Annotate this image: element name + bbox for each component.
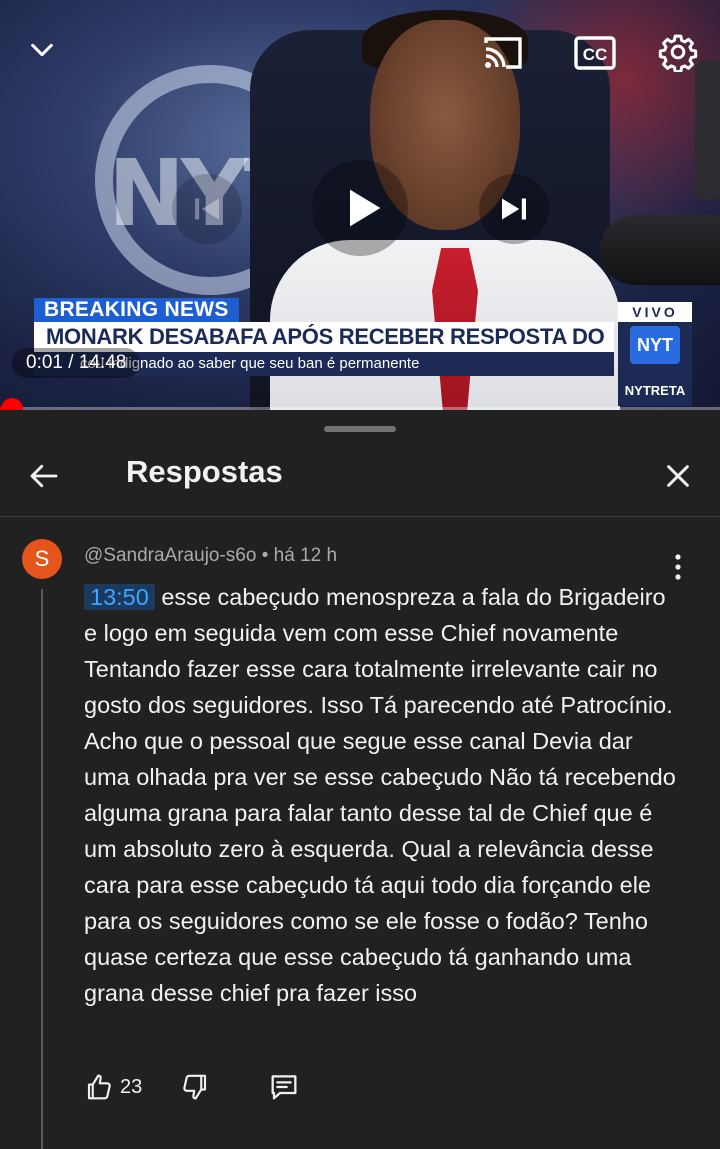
panel-title: Respostas [126,454,283,489]
panel-header: Respostas [0,440,720,517]
reply-button[interactable] [268,1067,300,1107]
thumbs-down-icon [180,1072,210,1102]
skip-next-icon [496,191,532,227]
like-count: 23 [120,1075,143,1098]
cc-icon[interactable]: CC [572,32,618,74]
skip-previous-icon [189,191,225,227]
comment-actions: 23 [84,1067,684,1107]
time-separator: / [62,352,79,373]
previous-button[interactable] [172,174,242,244]
time-display: 0:01 / 14:48 [12,348,141,378]
next-button[interactable] [479,174,549,244]
timestamp-link[interactable]: 13:50 [84,584,155,610]
svg-text:CC: CC [583,45,608,64]
breaking-news-label: BREAKING NEWS [34,298,239,322]
microphone [600,215,720,285]
video-player[interactable]: NYT BREAKING NEWS MONARK DESABAFA APÓS R… [0,0,720,410]
play-button[interactable] [312,160,408,256]
channel-logo: NYT [630,326,680,364]
close-icon[interactable] [656,454,700,498]
current-time: 0:01 [26,352,63,373]
play-icon [337,182,389,234]
live-badge: VIVO [618,302,692,322]
cast-icon[interactable] [480,32,526,74]
gear-icon[interactable] [656,30,700,74]
drag-handle[interactable] [324,426,396,432]
chevron-down-icon[interactable] [22,30,62,70]
reply-comment-icon [268,1071,300,1103]
comment-meta: @SandraAraujo-s6o • há 12 h [84,545,337,567]
comment-body-text: esse cabeçudo menospreza a fala do Briga… [84,584,676,1006]
channel-name: NYTRETA [624,383,686,398]
avatar[interactable]: S [22,539,62,579]
comment-text: 13:50 esse cabeçudo menospreza a fala do… [84,579,684,1011]
dislike-button[interactable] [180,1067,210,1107]
thumbs-up-icon [84,1072,114,1102]
comment-age: há 12 h [273,545,338,566]
meta-separator: • [256,545,274,566]
like-button[interactable]: 23 [84,1067,142,1107]
arrow-left-icon[interactable] [22,454,66,498]
comment-author[interactable]: @SandraAraujo-s6o [84,545,256,566]
thread-line [41,589,43,1149]
replies-panel: Respostas S @SandraAraujo-s6o • há 12 h … [0,410,720,1149]
total-time: 14:48 [78,352,127,373]
mic-arm [695,60,720,200]
